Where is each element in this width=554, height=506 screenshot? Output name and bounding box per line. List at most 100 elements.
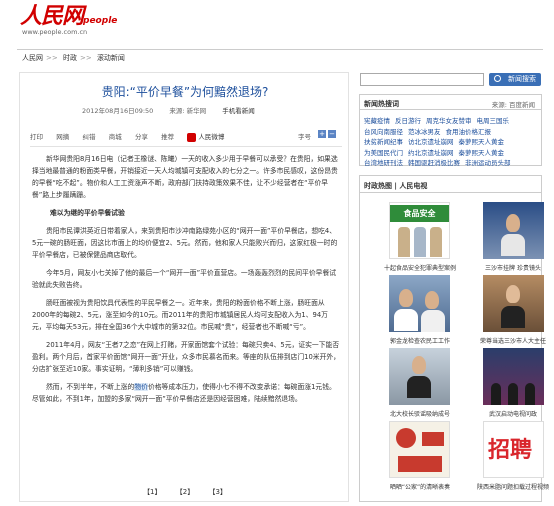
figure-shape — [398, 227, 410, 257]
suit-shape — [421, 310, 445, 332]
thumb-mizhi[interactable]: 招聘 — [483, 421, 544, 478]
hot-row: 台风向南服径 范冰冰男友 食用油价格汇报 — [364, 126, 537, 137]
hot-search-title: 新闻热搜词 — [364, 100, 399, 108]
hot-term[interactable]: 反日游行 — [395, 117, 421, 125]
hot-term[interactable]: 食用油价格汇报 — [446, 128, 492, 136]
hot-term[interactable]: 扶贫新闻纪事 — [364, 138, 403, 146]
face-shape — [412, 356, 426, 374]
article-meta: 2012年08月16日09:50 来源: 新华网 手机看新闻 — [82, 105, 269, 115]
hot-term[interactable]: 访北京遗址崩网 — [408, 138, 454, 146]
hot-term[interactable]: 韩国驱赶消极比赛 — [408, 159, 460, 167]
article-title: 贵阳:“平价早餐”为何黯然退场? — [101, 85, 269, 99]
paragraph: 新华网贵阳8月16日电（记者王橡谜、陈曦）一天的收入多少用于早餐可以承受？在贵阳… — [32, 155, 338, 199]
hot-term[interactable]: 范冰冰男友 — [408, 128, 441, 136]
people-logo[interactable]: 人民网people www.people.com.cn — [20, 4, 130, 38]
hot-row: 台湾地研刊法 韩国驱赶消极比赛 非洲运动员头部 — [364, 157, 537, 168]
font-increase-icon[interactable]: + — [318, 130, 326, 138]
tag-shape — [422, 432, 444, 446]
hot-term[interactable]: 非洲运动员头部 — [465, 159, 511, 167]
subheading: 难以为继的平价早餐试验 — [50, 209, 125, 217]
suit-shape — [407, 376, 431, 398]
hot-term[interactable]: 宪藏疫情 — [364, 117, 390, 125]
thumb-caption[interactable]: 晒晒“公家”的清晰表奏 — [375, 482, 465, 491]
suit-shape — [491, 383, 501, 405]
hot-term[interactable]: 约北京遗址崩网 — [408, 149, 454, 157]
thumb-beida[interactable] — [389, 348, 450, 405]
suit-shape — [501, 234, 525, 256]
search-input[interactable] — [360, 73, 484, 86]
weibo-label: 人民微博 — [198, 133, 225, 141]
thumb-wuhan[interactable] — [483, 348, 544, 405]
hot-term[interactable]: 周克华女友赞审 — [426, 117, 472, 125]
header-divider — [17, 49, 543, 50]
paragraph: 2011年4月，网友“王者7之恋”在网上打赌，开家面馆套个试验：每碗只卖4、5元… — [32, 341, 340, 373]
article-date: 2012年08月16日09:50 — [82, 107, 154, 115]
logo-cn: 人民网 — [20, 3, 84, 29]
photo-video-header: 时政热图 | 人民电视 — [360, 176, 541, 193]
suit-shape — [508, 383, 518, 405]
weibo-icon — [187, 132, 197, 142]
thumb-guojinlong[interactable] — [389, 275, 450, 332]
figure-shape — [430, 227, 442, 257]
paragraph-text: 然而，不到半年，不断上涨的 — [46, 383, 135, 391]
hot-row: 扶贫新闻纪事 访北京遗址崩网 秦萝熙天人黄金 — [364, 136, 537, 147]
logo-url: www.people.com.cn — [22, 28, 88, 36]
print-button[interactable]: 打印 — [30, 133, 43, 141]
recruit-banner-text: 招聘 — [488, 437, 533, 463]
page-3-link[interactable]: 【3】 — [208, 488, 226, 496]
toolbar-divider — [30, 146, 342, 147]
hot-term[interactable]: 台风向南服径 — [364, 128, 403, 136]
face-shape — [506, 285, 520, 303]
mall-button[interactable]: 商城 — [109, 133, 122, 141]
paragraph: 然而，不到半年，不断上涨的物价价格等成本压力，使得小七不得不改变承诺：每碗面涨1… — [32, 381, 340, 405]
face-shape — [399, 289, 413, 307]
breadcrumb-politics[interactable]: 时政 — [63, 54, 77, 62]
hot-term[interactable]: 秦萝熙天人黄金 — [459, 149, 505, 157]
recommend-button[interactable]: 推荐 — [161, 133, 174, 141]
thumb-rongzun[interactable] — [483, 275, 544, 332]
thumb-caption[interactable]: 十起食品安全犯罪典型案例 — [375, 263, 465, 272]
thumb-food-safety[interactable]: 食品安全 — [389, 202, 450, 259]
breadcrumb-home[interactable]: 人民网 — [22, 54, 43, 62]
hot-search-header: 新闻热搜词 来源: 百度新闻 — [360, 95, 541, 110]
hot-term[interactable]: 台湾地研刊法 — [364, 159, 403, 167]
bookmark-button[interactable]: 网摘 — [56, 133, 69, 141]
pagination: 【1】 【2】 【3】 — [20, 487, 350, 497]
photo-video-title: 时政热图 | 人民电视 — [364, 182, 428, 190]
search-button[interactable]: 新闻搜索 — [489, 73, 541, 86]
page-2-link[interactable]: 【2】 — [176, 488, 194, 496]
hot-term[interactable]: 为美国民代门 — [364, 149, 403, 157]
hot-search-list: 宪藏疫情 反日游行 周克华女友赞审 电周三国乐 台风向南服径 范冰冰男友 食用油价格汇报 … — [360, 110, 541, 173]
thumb-caption[interactable]: 郭金龙检查农民工工作 — [375, 336, 465, 345]
font-decrease-icon[interactable]: − — [328, 130, 336, 138]
weibo-button[interactable]: 人民微博 — [187, 132, 225, 142]
logo-en: people — [83, 16, 118, 26]
hot-row: 宪藏疫情 反日游行 周克华女友赞审 电周三国乐 — [364, 115, 537, 126]
hot-term[interactable]: 电周三国乐 — [477, 117, 510, 125]
article-panel: 贵阳:“平价早餐”为何黯然退场? 2012年08月16日09:50 来源: 新华… — [19, 72, 349, 502]
share-button[interactable]: 分享 — [135, 133, 148, 141]
tag-shape — [398, 456, 442, 472]
thumb-banner-text: 食品安全 — [390, 205, 449, 222]
breadcrumb-rolling[interactable]: 滚动新闻 — [97, 54, 125, 62]
search-icon — [494, 75, 501, 82]
paragraph: 今年5月，网友小七关掉了他的最后一个“网开一面”平价直营店。一场轰轰烈烈的民间平… — [32, 269, 337, 289]
page-1-link[interactable]: 【1】 — [143, 488, 161, 496]
article-toolbar: 打印 网摘 纠错 商城 分享 推荐 人民微博 字号 + − — [30, 130, 342, 145]
search-button-label: 新闻搜索 — [508, 75, 536, 83]
hot-term[interactable]: 秦萝熙天人黄金 — [459, 138, 505, 146]
thumb-caption[interactable]: 陕西米脂问题扣载过程视频 — [468, 482, 554, 491]
hot-search-source: 来源: 百度新闻 — [491, 101, 535, 109]
thumb-caption[interactable]: 北大校长驳谣吸纳成号 — [375, 409, 465, 418]
mobile-news-link[interactable]: 手机看新闻 — [222, 107, 255, 115]
thumb-caption[interactable]: 三沙市挂牌 珍贵镜头 — [468, 263, 554, 272]
article-source[interactable]: 来源: 新华网 — [169, 107, 206, 115]
keyword-link[interactable]: 物价 — [134, 383, 148, 391]
photo-video-panel: 时政热图 | 人民电视 食品安全 十起食品安全犯罪典型案例 三沙市挂牌 珍贵镜头… — [359, 175, 549, 502]
thumb-sansha[interactable] — [483, 202, 544, 259]
thumb-caption[interactable]: 武汉启动电视问政 — [468, 409, 554, 418]
thumb-caption[interactable]: 荣尊当选三沙市人大主任 — [468, 336, 554, 345]
correct-button[interactable]: 纠错 — [82, 133, 95, 141]
thumb-gongjia[interactable] — [389, 421, 450, 478]
article-body: 新华网贵阳8月16日电（记者王橡谜、陈曦）一天的收入多少用于早餐可以承受？在贵阳… — [32, 153, 340, 411]
